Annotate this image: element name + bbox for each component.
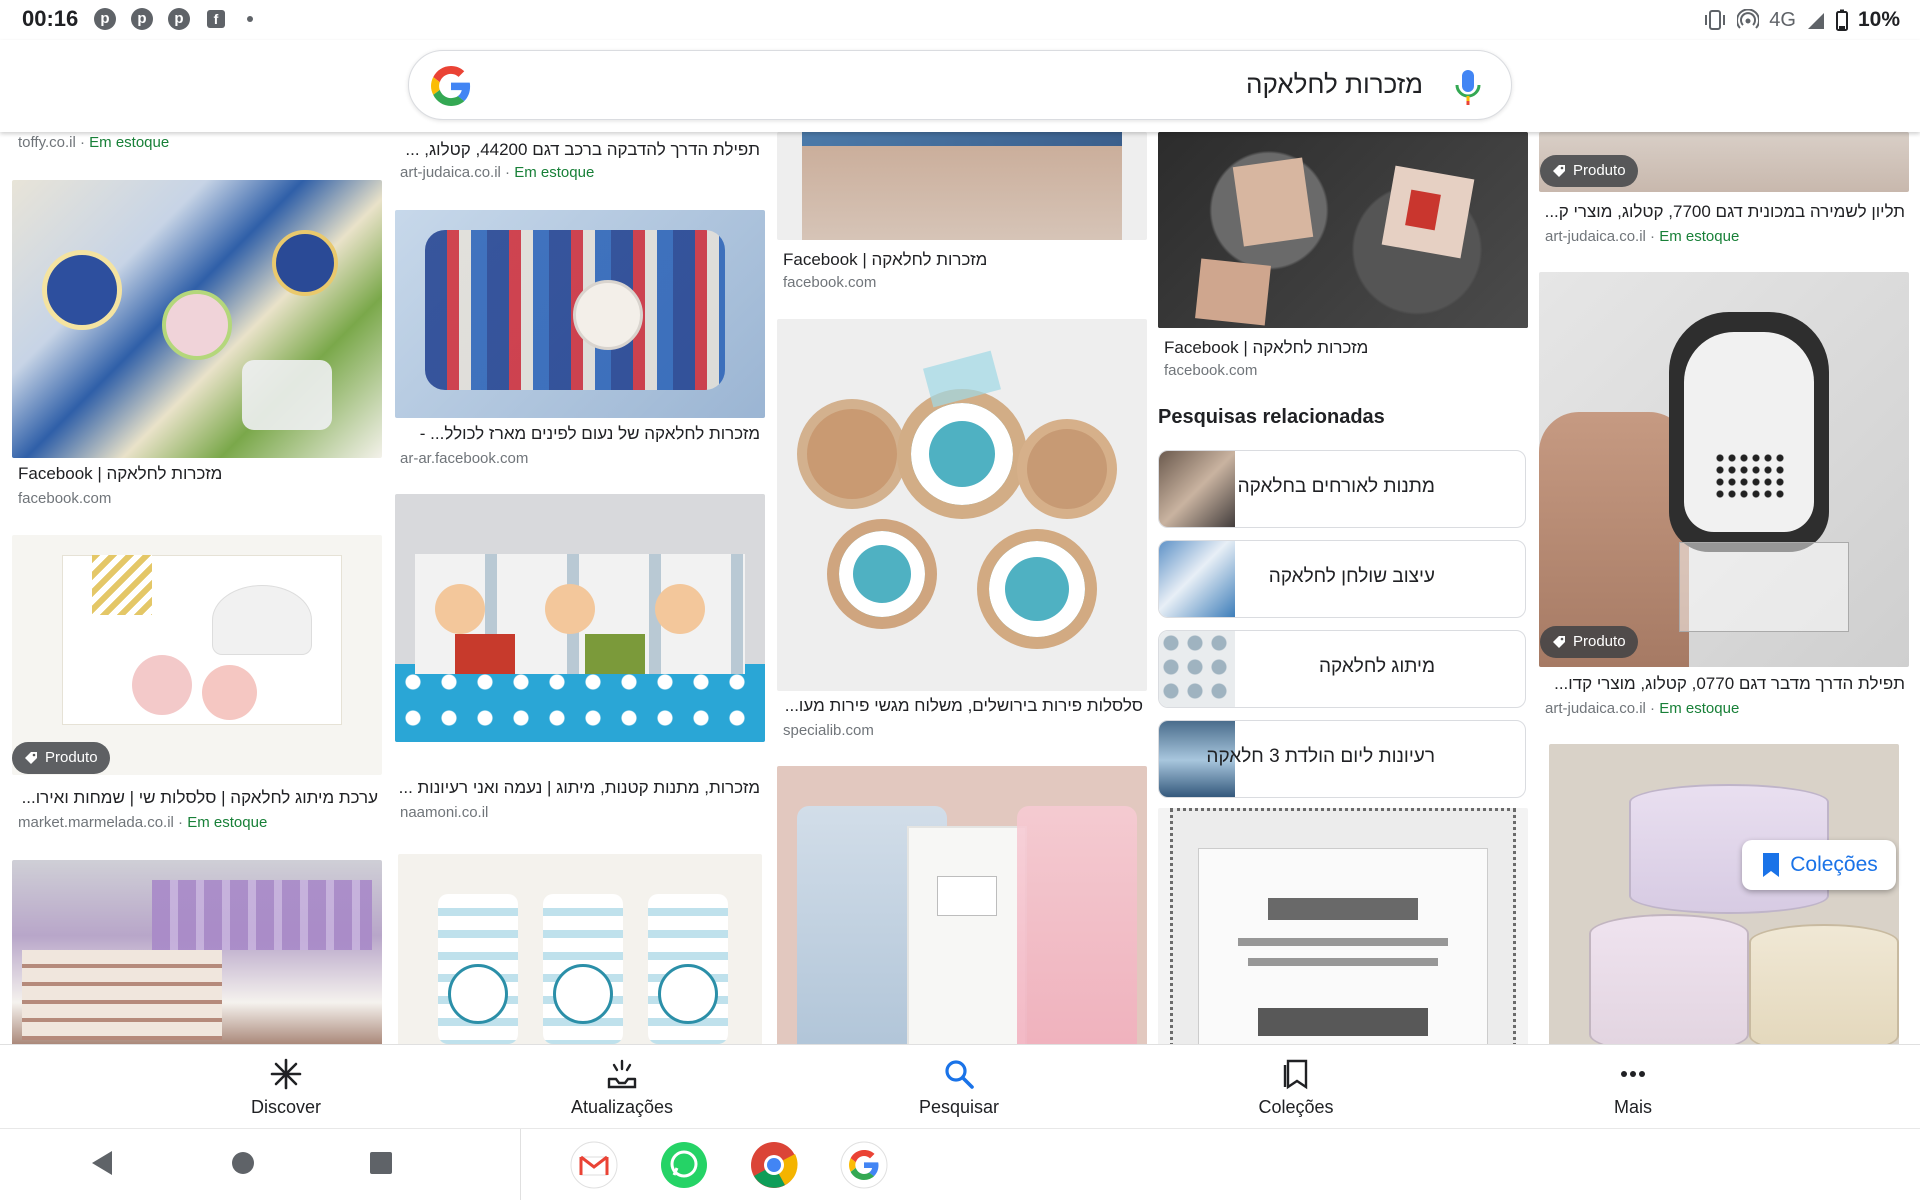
result-image[interactable]	[12, 860, 382, 1044]
result-source[interactable]: art-judaica.co.il · Em estoque	[1545, 228, 1739, 245]
related-search-item[interactable]: רעיונות ליום הולדת 3 חלאקה	[1158, 720, 1526, 798]
search-query[interactable]: מזכרות לחלאקה	[1246, 69, 1423, 100]
mic-icon[interactable]	[1453, 68, 1483, 106]
result-title[interactable]: מזכרות, מתנות קטנות, מיתוג | נעמה ואני ר…	[400, 778, 760, 798]
result-image[interactable]	[777, 319, 1147, 691]
collections-button[interactable]: Coleções	[1742, 840, 1896, 890]
battery-level: 10%	[1857, 8, 1900, 31]
image-results-grid: toffy.co.il · Em estoque Facebook | מזכר…	[0, 132, 1920, 1044]
result-source[interactable]: naamoni.co.il	[400, 804, 488, 821]
result-source[interactable]: market.marmelada.co.il · Em estoque	[18, 814, 267, 831]
bookmark-icon	[1763, 853, 1780, 877]
result-source[interactable]: art-judaica.co.il · Em estoque	[1545, 700, 1739, 717]
result-title[interactable]: מזכרות לחלאקה של נעום לפינים מארז לכולל.…	[400, 424, 760, 444]
related-search-item[interactable]: עיצוב שולחן לחלאקה	[1158, 540, 1526, 618]
bookmark-icon	[1283, 1059, 1308, 1090]
result-title[interactable]: ערכת מיתוג לחלאקה | סלסלות שי | שמחות וא…	[18, 788, 378, 808]
result-image[interactable]	[12, 535, 382, 775]
facebook-icon: f	[207, 10, 225, 28]
bottom-navigation: Discover Atualizações Pesquisar Coleções…	[0, 1044, 1920, 1128]
product-badge: Produto	[1540, 155, 1638, 187]
result-image[interactable]	[395, 210, 765, 418]
tag-icon	[25, 752, 37, 764]
more-icon	[1621, 1071, 1645, 1077]
pinterest-icon: p	[131, 8, 153, 30]
result-source[interactable]: facebook.com	[1164, 362, 1257, 379]
result-image[interactable]	[1549, 744, 1899, 1044]
pinterest-icon: p	[168, 8, 190, 30]
related-thumb	[1159, 541, 1235, 617]
result-image[interactable]	[12, 180, 382, 458]
google-icon[interactable]	[840, 1141, 888, 1189]
nav-search[interactable]: Pesquisar	[859, 1057, 1059, 1118]
result-image[interactable]	[395, 494, 765, 742]
google-g-logo[interactable]	[431, 66, 471, 106]
gmail-icon[interactable]	[570, 1141, 618, 1189]
result-image[interactable]	[777, 766, 1147, 1044]
recents-icon[interactable]	[369, 1151, 393, 1175]
result-title[interactable]: תפילת הדרך מדבר דגם 0770, קטלוג, מוצרי ק…	[1545, 674, 1905, 694]
result-image[interactable]	[1539, 272, 1909, 667]
result-image[interactable]	[1158, 132, 1528, 328]
nav-collections[interactable]: Coleções	[1196, 1057, 1396, 1118]
battery-icon	[1835, 9, 1848, 31]
related-search-item[interactable]: מתנות לאורחים בחלאקה	[1158, 450, 1526, 528]
network-type: 4G	[1769, 8, 1796, 31]
status-bar: 00:16 p p p f 4G 10%	[0, 0, 1920, 40]
hotspot-icon	[1737, 9, 1760, 29]
nav-more[interactable]: Mais	[1533, 1057, 1733, 1118]
related-thumb	[1159, 451, 1235, 527]
result-source[interactable]: ar-ar.facebook.com	[400, 450, 528, 467]
signal-icon	[1807, 13, 1824, 29]
related-searches-title: Pesquisas relacionadas	[1158, 406, 1385, 428]
status-right: 4G 10%	[1703, 5, 1900, 35]
asterisk-icon	[270, 1058, 302, 1090]
dot-icon	[247, 16, 253, 22]
product-badge: Produto	[1540, 626, 1638, 658]
screen: 00:16 p p p f 4G 10% מזכרות לחלאקה toffy…	[0, 0, 1920, 1200]
vibrate-icon	[1705, 10, 1726, 30]
whatsapp-icon[interactable]	[660, 1141, 708, 1189]
result-image[interactable]	[1158, 808, 1528, 1044]
result-title[interactable]: Facebook | מזכרות לחלאקה	[1164, 338, 1524, 358]
nav-discover[interactable]: Discover	[186, 1057, 386, 1118]
nav-updates[interactable]: Atualizações	[522, 1057, 722, 1118]
result-image[interactable]	[777, 132, 1147, 240]
result-source[interactable]: facebook.com	[783, 274, 876, 291]
status-time: 00:16	[22, 6, 79, 31]
search-box[interactable]: מזכרות לחלאקה	[408, 50, 1512, 120]
back-icon[interactable]	[90, 1149, 114, 1177]
result-title[interactable]: תפילת הדרך להדבקה ברכב דגם 44200, קטלוג,…	[400, 140, 760, 160]
result-title[interactable]: Facebook | מזכרות לחלאקה	[783, 250, 1143, 270]
chrome-icon[interactable]	[750, 1141, 798, 1189]
updates-icon	[607, 1059, 637, 1089]
tag-icon	[1553, 165, 1565, 177]
result-source[interactable]: toffy.co.il · Em estoque	[18, 134, 169, 151]
tag-icon	[1553, 636, 1565, 648]
result-title[interactable]: תליון לשמירה במכונית דגם 7700, קטלוג, מו…	[1545, 202, 1905, 222]
home-icon[interactable]	[231, 1151, 255, 1175]
related-search-item[interactable]: מיתוג לחלאקה	[1158, 630, 1526, 708]
related-thumb	[1159, 631, 1235, 707]
search-icon	[945, 1060, 974, 1089]
system-navigation-bar	[0, 1128, 1920, 1200]
product-badge: Produto	[12, 742, 110, 774]
pinterest-icon: p	[94, 8, 116, 30]
search-header: מזכרות לחלאקה	[0, 40, 1920, 132]
result-source[interactable]: specialib.com	[783, 722, 874, 739]
dock-divider	[520, 1129, 521, 1200]
result-title[interactable]: סלסלות פירות בירושלים, משלוח מגשי פירות …	[783, 696, 1143, 716]
result-image[interactable]	[398, 854, 762, 1044]
result-source[interactable]: facebook.com	[18, 490, 111, 507]
result-title[interactable]: Facebook | מזכרות לחלאקה	[18, 464, 378, 484]
result-source[interactable]: art-judaica.co.il · Em estoque	[400, 164, 594, 181]
